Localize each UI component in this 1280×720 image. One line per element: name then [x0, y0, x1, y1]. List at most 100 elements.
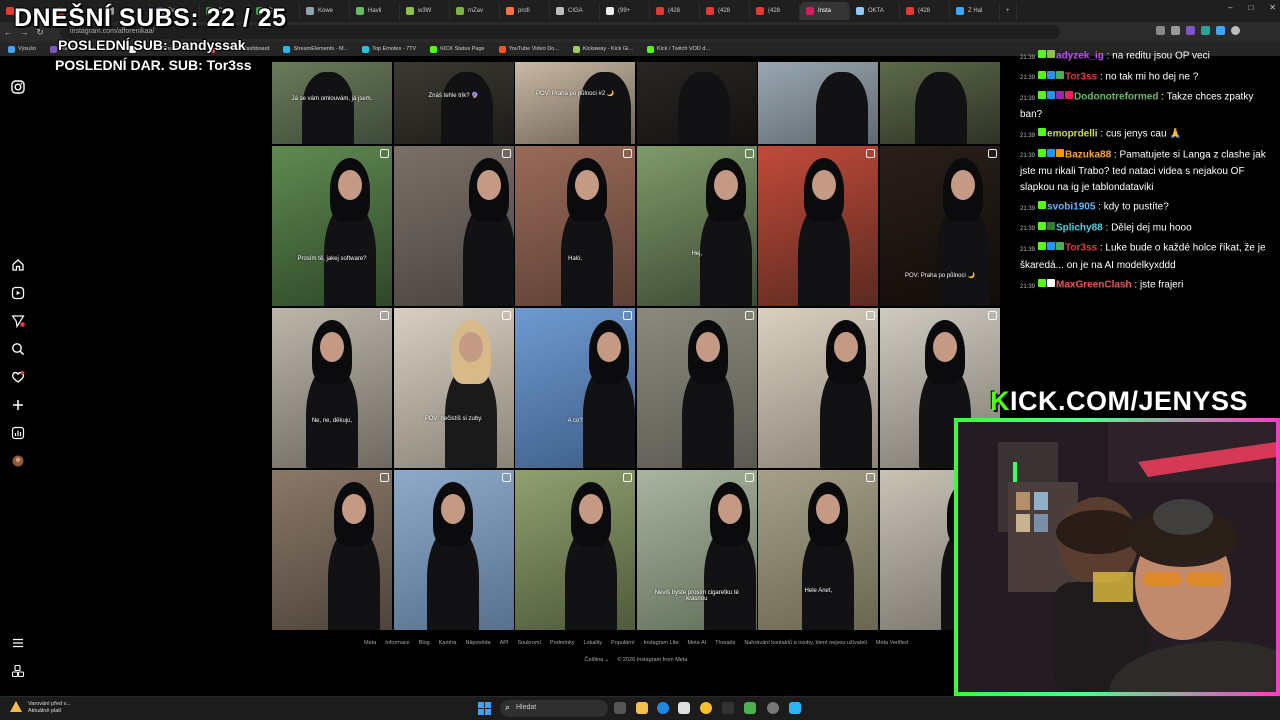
post-thumbnail[interactable]: Nevíš byste prosím cigaretku té krásnou [636, 470, 757, 630]
home-icon[interactable] [11, 258, 25, 272]
new-tab-button[interactable]: + [1000, 2, 1017, 20]
weather-warning-widget[interactable]: Varování před v... Aktuálně platí [10, 701, 71, 715]
profile-avatar-icon[interactable] [11, 454, 25, 468]
post-thumbnail[interactable] [758, 308, 879, 468]
minimize-button[interactable]: – [1228, 3, 1232, 12]
post-thumbnail[interactable]: Ne, ne, děkuju, [272, 308, 392, 468]
post-thumbnail[interactable] [758, 146, 879, 306]
messages-icon[interactable] [11, 314, 25, 329]
instagram-icon[interactable] [11, 80, 25, 94]
app-icon[interactable] [744, 702, 756, 714]
app-icon[interactable] [789, 702, 801, 714]
reels-icon[interactable] [11, 286, 25, 300]
maximize-button[interactable]: □ [1248, 3, 1253, 12]
bookmark-item[interactable]: Kick / Twitch VOD d... [646, 45, 710, 53]
footer-link[interactable]: Threads [715, 640, 735, 646]
post-thumbnail[interactable]: Prosím tě, jakej software? [272, 146, 392, 306]
footer-link[interactable]: Soukromí [517, 640, 541, 646]
file-explorer-icon[interactable] [636, 702, 648, 714]
close-button[interactable]: ✕ [1269, 3, 1276, 12]
extension-icon[interactable] [1186, 26, 1195, 35]
browser-tab[interactable]: Z Hal [950, 2, 1000, 20]
footer-link[interactable]: Nápověda [465, 640, 490, 646]
browser-tab[interactable]: w3W [400, 2, 450, 20]
dashboard-icon[interactable] [11, 426, 25, 440]
post-thumbnail[interactable]: Já se vám omlouvám, já jsem. [272, 62, 392, 144]
bookmark-item[interactable]: KICK Status Page [430, 45, 485, 53]
post-thumbnail[interactable] [636, 308, 757, 468]
post-thumbnail[interactable]: Hej, [636, 146, 757, 306]
bookmark-item[interactable]: Top Emotes - 7TV [362, 45, 416, 53]
chat-username[interactable]: Bazuka88 [1065, 149, 1111, 160]
chat-username[interactable]: Dodonotreformed [1074, 92, 1158, 103]
extension-icon[interactable] [1156, 26, 1165, 35]
browser-tab[interactable]: OKTA [850, 2, 900, 20]
bookmark-item[interactable]: Výsušo [8, 45, 36, 53]
store-icon[interactable] [678, 702, 690, 714]
search-icon[interactable] [11, 342, 25, 356]
create-icon[interactable] [11, 398, 25, 412]
browser-tab[interactable]: Havli [350, 2, 400, 20]
browser-tab[interactable]: (428 [750, 2, 800, 20]
browser-tab[interactable]: mZav [450, 2, 500, 20]
browser-tab[interactable]: (428 [650, 2, 700, 20]
post-thumbnail[interactable]: POV: Praha po půlnoci #2 🌙 [515, 62, 636, 144]
obs-icon[interactable] [767, 702, 779, 714]
chat-username[interactable]: svobi1905 [1047, 202, 1095, 213]
browser-tab[interactable]: Insta [800, 2, 850, 20]
footer-link[interactable]: Instagram Lite [644, 640, 679, 646]
bookmark-item[interactable]: Kickaway - Kick Gi... [572, 45, 633, 53]
bookmark-star-icon[interactable] [1171, 26, 1180, 35]
browser-tab[interactable]: (428 [900, 2, 950, 20]
menu-icon[interactable] [11, 636, 25, 650]
footer-link[interactable]: Blog [419, 640, 430, 646]
footer-link[interactable]: Meta AI [688, 640, 707, 646]
post-thumbnail[interactable]: POV: nečistíš si zuby. [393, 308, 514, 468]
footer-link[interactable]: Populární [611, 640, 635, 646]
chat-username[interactable]: MaxGreenClash [1056, 280, 1132, 291]
post-thumbnail[interactable]: A co? [515, 308, 636, 468]
post-thumbnail[interactable] [515, 470, 636, 630]
bookmark-item[interactable]: StreamElements - M... [283, 45, 348, 53]
post-thumbnail[interactable] [879, 62, 1000, 144]
footer-link[interactable]: Meta [364, 640, 376, 646]
more-icon[interactable] [11, 664, 25, 678]
browser-tab[interactable]: CIGA [550, 2, 600, 20]
footer-link[interactable]: Lokality [583, 640, 602, 646]
footer-link[interactable]: Nahrávání kontaktů a osoby, které nejsou… [744, 640, 867, 646]
post-thumbnail[interactable]: POV: Praha po půlnoci 🌙 [879, 146, 1000, 306]
terminal-icon[interactable] [722, 702, 734, 714]
chat-username[interactable]: Tor3ss [1065, 243, 1097, 254]
post-thumbnail[interactable] [636, 62, 757, 144]
footer-link[interactable]: Informace [385, 640, 409, 646]
chat-username[interactable]: Splichy88 [1056, 222, 1103, 233]
footer-link[interactable]: Kariéra [439, 640, 457, 646]
language-select[interactable]: Čeština ⌄ [585, 657, 610, 663]
start-button[interactable] [478, 702, 491, 715]
footer-link[interactable]: Meta Verified [876, 640, 908, 646]
post-thumbnail[interactable] [393, 146, 514, 306]
post-thumbnail[interactable] [272, 470, 392, 630]
footer-link[interactable]: Podmínky [550, 640, 574, 646]
notifications-icon[interactable] [11, 370, 25, 384]
post-thumbnail[interactable] [393, 470, 514, 630]
profile-avatar-icon[interactable] [1231, 26, 1240, 35]
extension-icon[interactable] [1201, 26, 1210, 35]
post-thumbnail[interactable]: Haló, [515, 146, 636, 306]
browser-tab[interactable]: (99+ [600, 2, 650, 20]
browser-tab[interactable]: Kowe [300, 2, 350, 20]
chrome-icon[interactable] [700, 702, 712, 714]
post-thumbnail[interactable]: Znáš tehle trik? 🔮 [393, 62, 514, 144]
footer-link[interactable]: API [500, 640, 509, 646]
chat-username[interactable]: Tor3ss [1065, 71, 1097, 82]
post-thumbnail[interactable] [758, 62, 879, 144]
taskbar-search-input[interactable]: Hledat [500, 700, 608, 717]
browser-tab[interactable]: (428 [700, 2, 750, 20]
post-thumbnail[interactable]: Hele Anet, [758, 470, 879, 630]
bookmark-item[interactable]: YouTube Video Do... [498, 45, 559, 53]
task-view-icon[interactable] [614, 702, 626, 714]
chat-username[interactable]: adyzek_ig [1056, 51, 1104, 62]
browser-tab[interactable]: profi [500, 2, 550, 20]
extension-icon[interactable] [1216, 26, 1225, 35]
edge-icon[interactable] [657, 702, 669, 714]
